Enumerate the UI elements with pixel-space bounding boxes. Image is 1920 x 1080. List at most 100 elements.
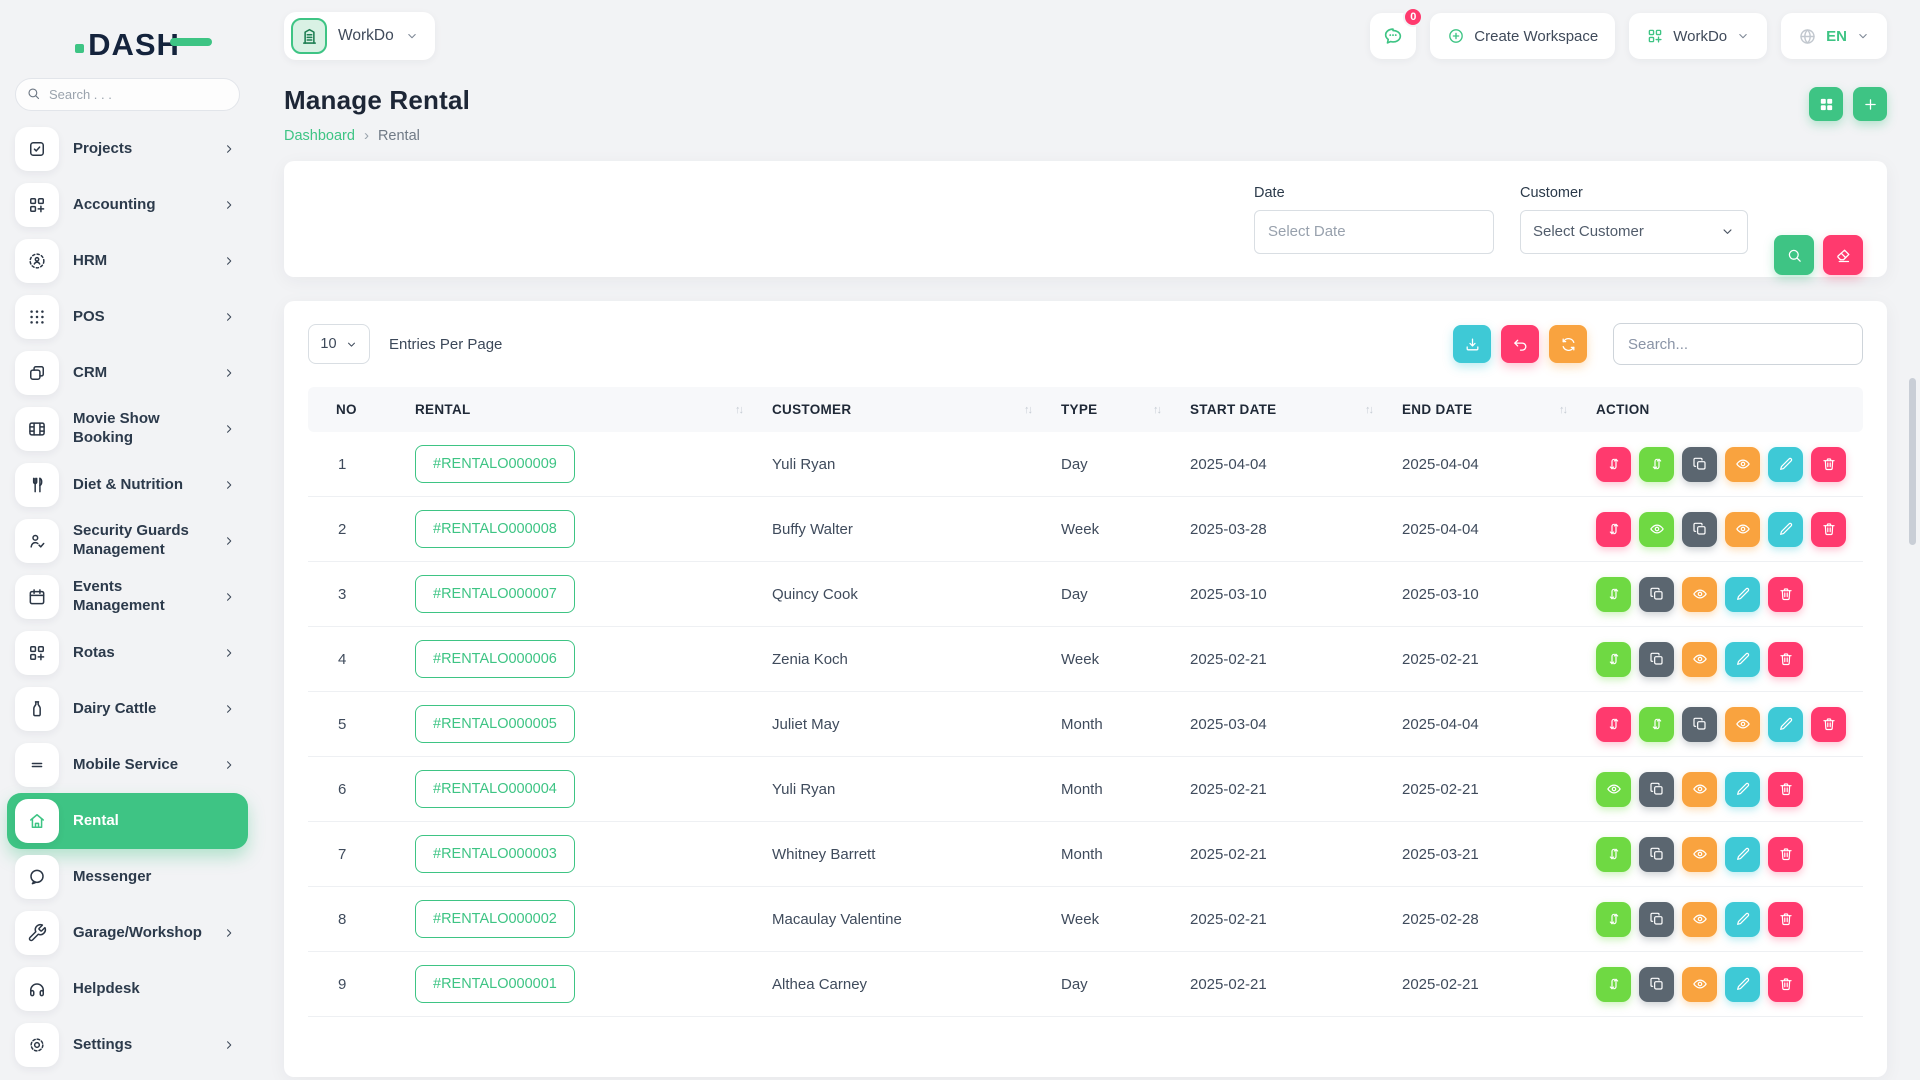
view-button[interactable] <box>1682 967 1717 1002</box>
view-button[interactable] <box>1682 772 1717 807</box>
column-header-rental[interactable]: RENTAL ↑↓ <box>403 387 760 432</box>
sidebar-item-accounting[interactable]: Accounting <box>15 183 240 227</box>
sort-icon[interactable]: ↑↓ <box>1024 404 1031 416</box>
edit-button[interactable] <box>1725 902 1760 937</box>
duplicate-button[interactable] <box>1639 902 1674 937</box>
customer-filter-select[interactable]: Select Customer <box>1520 210 1748 254</box>
sidebar-item-settings[interactable]: Settings <box>15 1023 240 1067</box>
rental-id-badge[interactable]: #RENTALO000004 <box>415 770 575 808</box>
table-search-input[interactable] <box>1613 323 1863 365</box>
renew-button[interactable] <box>1596 577 1631 612</box>
sidebar-item-messenger[interactable]: Messenger <box>15 855 240 899</box>
edit-button[interactable] <box>1725 577 1760 612</box>
renew-button[interactable] <box>1596 967 1631 1002</box>
create-workspace-button[interactable]: Create Workspace <box>1430 13 1615 59</box>
sidebar-item-mobile-service[interactable]: Mobile Service <box>15 743 240 787</box>
delete-button[interactable] <box>1768 772 1803 807</box>
delete-button[interactable] <box>1811 447 1846 482</box>
rental-id-badge[interactable]: #RENTALO000007 <box>415 575 575 613</box>
sidebar-item-crm[interactable]: CRM <box>15 351 240 395</box>
rental-id-badge[interactable]: #RENTALO000003 <box>415 835 575 873</box>
delete-button[interactable] <box>1811 512 1846 547</box>
edit-button[interactable] <box>1768 707 1803 742</box>
duplicate-button[interactable] <box>1682 707 1717 742</box>
edit-button[interactable] <box>1768 447 1803 482</box>
edit-button[interactable] <box>1725 642 1760 677</box>
reset-filter-button[interactable] <box>1823 235 1863 275</box>
rental-id-badge[interactable]: #RENTALO000006 <box>415 640 575 678</box>
column-header-start-date[interactable]: START DATE ↑↓ <box>1178 387 1390 432</box>
renew-button[interactable] <box>1639 447 1674 482</box>
sidebar-item-security-guards-management[interactable]: Security Guards Management <box>15 519 240 563</box>
view-button[interactable] <box>1682 642 1717 677</box>
duplicate-button[interactable] <box>1639 772 1674 807</box>
duplicate-button[interactable] <box>1639 642 1674 677</box>
duplicate-button[interactable] <box>1639 837 1674 872</box>
undo-button[interactable] <box>1501 325 1539 363</box>
delete-button[interactable] <box>1811 707 1846 742</box>
convert-button[interactable] <box>1596 512 1631 547</box>
scrollbar-thumb[interactable] <box>1909 378 1916 545</box>
sidebar-item-pos[interactable]: POS <box>15 295 240 339</box>
rental-id-badge[interactable]: #RENTALO000001 <box>415 965 575 1003</box>
sidebar-item-garage-workshop[interactable]: Garage/Workshop <box>15 911 240 955</box>
language-selector[interactable]: EN <box>1781 13 1887 59</box>
page-size-select[interactable]: 10 <box>308 324 370 364</box>
column-header-end-date[interactable]: END DATE ↑↓ <box>1390 387 1584 432</box>
sort-icon[interactable]: ↑↓ <box>735 404 742 416</box>
apply-filter-button[interactable] <box>1774 235 1814 275</box>
sort-icon[interactable]: ↑↓ <box>1365 404 1372 416</box>
edit-button[interactable] <box>1768 512 1803 547</box>
grid-view-button[interactable] <box>1809 87 1843 121</box>
renew-button[interactable] <box>1639 707 1674 742</box>
delete-button[interactable] <box>1768 642 1803 677</box>
sidebar-item-rotas[interactable]: Rotas <box>15 631 240 675</box>
view-button[interactable] <box>1682 577 1717 612</box>
delete-button[interactable] <box>1768 902 1803 937</box>
delete-button[interactable] <box>1768 837 1803 872</box>
breadcrumb-dashboard-link[interactable]: Dashboard <box>284 128 355 144</box>
rental-id-badge[interactable]: #RENTALO000008 <box>415 510 575 548</box>
sidebar-item-projects[interactable]: Projects <box>15 127 240 171</box>
view-button[interactable] <box>1682 902 1717 937</box>
preview-button[interactable] <box>1596 772 1631 807</box>
sidebar-item-diet-nutrition[interactable]: Diet & Nutrition <box>15 463 240 507</box>
delete-button[interactable] <box>1768 967 1803 1002</box>
workspace-selector[interactable]: WorkDo <box>284 12 435 60</box>
renew-button[interactable] <box>1596 902 1631 937</box>
rental-id-badge[interactable]: #RENTALO000009 <box>415 445 575 483</box>
sidebar-item-dairy-cattle[interactable]: Dairy Cattle <box>15 687 240 731</box>
duplicate-button[interactable] <box>1682 512 1717 547</box>
sidebar-item-hrm[interactable]: HRM <box>15 239 240 283</box>
messages-button[interactable]: 0 <box>1370 13 1416 59</box>
view-button[interactable] <box>1725 707 1760 742</box>
delete-button[interactable] <box>1768 577 1803 612</box>
column-header-type[interactable]: TYPE ↑↓ <box>1049 387 1178 432</box>
sidebar-item-rental[interactable]: Rental <box>7 793 248 849</box>
export-button[interactable] <box>1453 325 1491 363</box>
convert-button[interactable] <box>1596 447 1631 482</box>
view-button[interactable] <box>1725 512 1760 547</box>
date-filter-input[interactable] <box>1254 210 1494 254</box>
duplicate-button[interactable] <box>1639 967 1674 1002</box>
preview-button[interactable] <box>1639 512 1674 547</box>
duplicate-button[interactable] <box>1682 447 1717 482</box>
refresh-button[interactable] <box>1549 325 1587 363</box>
rental-id-badge[interactable]: #RENTALO000002 <box>415 900 575 938</box>
view-button[interactable] <box>1682 837 1717 872</box>
duplicate-button[interactable] <box>1639 577 1674 612</box>
convert-button[interactable] <box>1596 707 1631 742</box>
edit-button[interactable] <box>1725 772 1760 807</box>
sidebar-item-events-management[interactable]: Events Management <box>15 575 240 619</box>
rental-id-badge[interactable]: #RENTALO000005 <box>415 705 575 743</box>
sidebar-item-movie-show-booking[interactable]: Movie Show Booking <box>15 407 240 451</box>
renew-button[interactable] <box>1596 642 1631 677</box>
edit-button[interactable] <box>1725 967 1760 1002</box>
app-logo[interactable]: DASH <box>15 18 240 60</box>
column-header-customer[interactable]: CUSTOMER ↑↓ <box>760 387 1049 432</box>
sort-icon[interactable]: ↑↓ <box>1559 404 1566 416</box>
sort-icon[interactable]: ↑↓ <box>1153 404 1160 416</box>
user-workspace-menu[interactable]: WorkDo <box>1629 13 1767 59</box>
view-button[interactable] <box>1725 447 1760 482</box>
add-rental-button[interactable] <box>1853 87 1887 121</box>
